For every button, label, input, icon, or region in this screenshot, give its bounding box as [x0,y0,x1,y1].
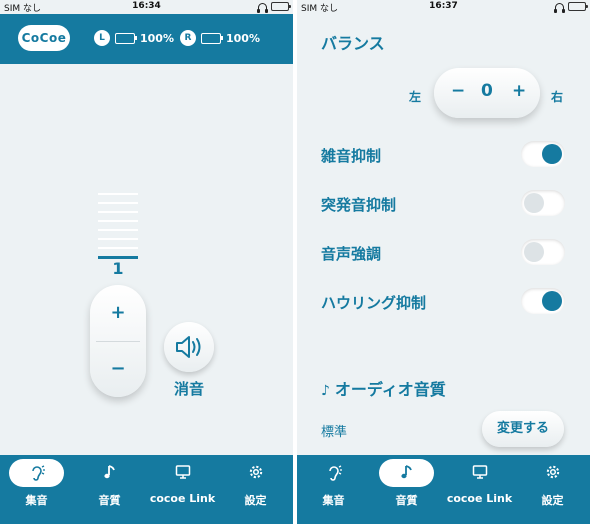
audio-quality-title-text: オーディオ音質 [334,380,446,399]
status-time: 16:34 [132,1,161,11]
howling-suppression-toggle[interactable] [521,288,565,314]
bottom-nav: 集音 音質 cocoe Link 設定 [0,455,293,524]
left-earbud-badge: L [94,30,110,46]
nav-tab-0[interactable]: 集音 [0,455,73,524]
nav-tab-3[interactable]: 設定 [516,455,589,524]
nav-label: 設定 [244,494,267,507]
volume-bar [98,238,138,240]
ear-icon [297,464,370,482]
hearing-screen: SIM なし 16:34 CoCoe L 100% R 100% 1 + − 消… [0,0,293,524]
battery-icon [115,32,137,44]
toggle-label: 突発音抑制 [321,196,397,214]
nav-label: 集音 [322,494,345,507]
volume-bar [98,229,138,231]
balance-minus-button[interactable]: − [451,81,465,101]
music-note-icon: ♪ [321,383,335,399]
change-quality-button[interactable]: 変更する [482,411,564,447]
nav-tab-3[interactable]: 設定 [219,455,292,524]
toggle-label: ハウリング抑制 [321,294,427,312]
headphone-icon [257,2,268,13]
nav-label: cocoe Link [149,492,216,505]
volume-meter [98,193,138,266]
volume-up-button[interactable]: + [90,285,146,341]
bottom-nav: 集音 音質 cocoe Link 設定 [297,455,590,524]
app-header: CoCoe L 100% R 100% [0,14,293,64]
battery-icon [201,32,223,44]
balance-right-label: 右 [551,90,564,104]
volume-bar [98,193,138,195]
balance-stepper: − 0 + [434,68,540,118]
toggle-knob [524,242,544,262]
sudden-sound-suppression-toggle[interactable] [521,190,565,216]
nav-label: cocoe Link [446,492,513,505]
volume-bar [98,220,138,222]
toggle-label: 雑音抑制 [321,147,382,165]
volume-stepper: + − [90,285,146,397]
noise-suppression-row: 雑音抑制 [297,140,590,170]
gear-icon [516,464,589,482]
nav-tab-2[interactable]: cocoe Link [443,455,516,524]
toggle-knob [542,291,562,311]
toggle-knob [542,144,562,164]
volume-bar [98,211,138,213]
sudden-sound-suppression-row: 突発音抑制 [297,189,590,219]
balance-value: 0 [481,81,493,101]
audio-quality-value: 標準 [321,425,348,440]
nav-label: 音質 [98,494,121,507]
left-earbud-battery: 100% [140,31,174,45]
volume-bar [98,247,138,249]
toggle-knob [524,193,544,213]
nav-tab-2[interactable]: cocoe Link [146,455,219,524]
voice-enhance-row: 音声強調 [297,238,590,268]
volume-level: 1 [112,259,124,278]
mute-label: 消音 [173,380,204,398]
monitor-icon [146,464,219,482]
music-note-icon [73,464,146,482]
mute-button[interactable] [164,322,214,372]
nav-label: 音質 [395,494,418,507]
phone-battery-icon [568,2,588,11]
nav-tab-1[interactable]: 音質 [370,455,443,524]
balance-left-label: 左 [409,90,422,104]
status-bar: SIM なし 16:37 [297,0,590,14]
howling-suppression-row: ハウリング抑制 [297,287,590,317]
right-earbud-badge: R [180,30,196,46]
status-time: 16:37 [429,1,458,11]
voice-enhance-toggle[interactable] [521,239,565,265]
balance-title: バランス [321,34,385,53]
nav-tab-1[interactable]: 音質 [73,455,146,524]
music-note-icon [370,464,443,482]
balance-plus-button[interactable]: + [512,81,526,101]
speaker-icon [176,336,201,358]
phone-battery-icon [271,2,291,11]
headphone-icon [554,2,565,13]
nav-tab-0[interactable]: 集音 [297,455,370,524]
toggle-label: 音声強調 [321,245,382,263]
nav-label: 集音 [25,494,48,507]
monitor-icon [443,464,516,482]
ear-icon [0,464,73,482]
left-earbud-status: L 100% [94,30,174,46]
right-earbud-status: R 100% [180,30,260,46]
status-bar: SIM なし 16:34 [0,0,293,14]
volume-down-button[interactable]: − [90,341,146,397]
noise-suppression-toggle[interactable] [521,141,565,167]
right-earbud-battery: 100% [226,31,260,45]
sound-quality-screen: SIM なし 16:37 バランス 左 − 0 + 右 雑音抑制 突発音抑制 音… [297,0,590,524]
balance-control: 左 − 0 + 右 [297,68,590,120]
cocoe-logo: CoCoe [18,25,70,51]
gear-icon [219,464,292,482]
audio-quality-title: ♪ オーディオ音質 [321,376,446,400]
volume-bar [98,202,138,204]
nav-label: 設定 [541,494,564,507]
